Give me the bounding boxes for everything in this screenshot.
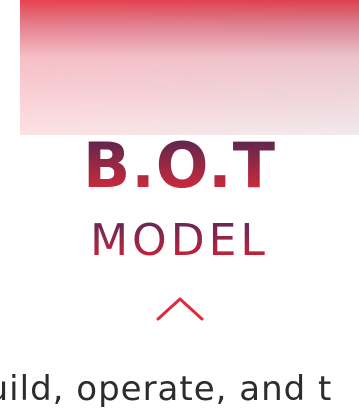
hero-description: uild, operate, and t	[0, 368, 359, 410]
chevron-up-icon	[156, 291, 204, 321]
hero-subtitle: MODEL	[0, 219, 359, 263]
top-banner	[20, 0, 359, 135]
hero-title: B.O.T	[0, 135, 359, 197]
hero-description-text: uild, operate, and t	[0, 369, 333, 409]
page: B.O.T MODEL uild, operate, and t	[0, 0, 359, 410]
hero-title-block: B.O.T MODEL	[0, 135, 359, 263]
